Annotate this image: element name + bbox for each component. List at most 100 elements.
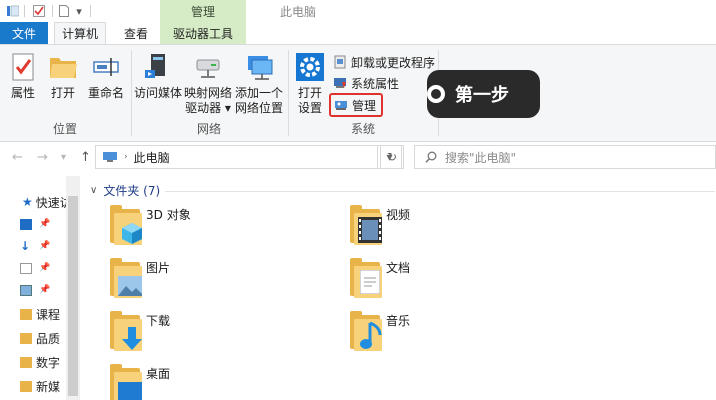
nav-item-documents[interactable]: 📌 — [20, 258, 66, 278]
nav-quick-access[interactable]: ★ 快速访问 — [22, 192, 66, 212]
scrollbar-thumb[interactable] — [68, 196, 78, 396]
tab-view[interactable]: 查看 — [114, 22, 158, 44]
open-settings-button[interactable]: 打开 设置 — [292, 52, 328, 116]
folder-icon — [20, 380, 32, 392]
tab-drive-tools[interactable]: 驱动器工具 — [160, 22, 246, 44]
separator — [24, 5, 25, 17]
folder-label: 下载 — [146, 313, 171, 328]
folder-3d-objects[interactable]: 3D 对象 — [108, 205, 191, 245]
folder-icon — [20, 308, 32, 320]
rename-button[interactable]: 重命名 — [84, 52, 128, 101]
folder-label: 桌面 — [146, 366, 171, 381]
separator — [52, 5, 53, 17]
window-title: 此电脑 — [280, 5, 317, 19]
folder-desktop[interactable]: 桌面 — [108, 364, 170, 400]
callout-text: 第一步 — [455, 85, 509, 106]
star-icon: ★ — [22, 195, 33, 209]
folder-label: 文档 — [386, 260, 411, 275]
add-network-location-button[interactable]: 添加一个 网络位置 — [234, 52, 284, 116]
search-placeholder: 搜索"此电脑" — [445, 150, 517, 165]
computer-icon — [102, 151, 118, 163]
nav-item-folder-2[interactable]: 品质 — [20, 328, 66, 348]
documents-folder-icon — [348, 258, 382, 298]
up-arrow-icon[interactable]: ↑ — [80, 150, 91, 165]
tab-file[interactable]: 文件 — [0, 22, 48, 44]
nav-item-desktop[interactable]: 📌 — [20, 214, 66, 234]
forward-arrow-icon[interactable]: → — [37, 150, 48, 165]
network-location-icon — [244, 52, 274, 82]
folder-music[interactable]: 音乐 — [348, 311, 410, 351]
uninstall-label: 卸载或更改程序 — [351, 55, 436, 70]
uninstall-icon — [333, 55, 347, 69]
search-box[interactable]: 搜索"此电脑" — [414, 145, 716, 169]
document-icon — [20, 262, 32, 274]
separator — [90, 5, 91, 17]
group-label-system: 系统 — [350, 122, 375, 136]
pin-icon: 📌 — [39, 219, 51, 229]
folder-downloads[interactable]: 下载 — [108, 311, 170, 351]
access-media-button[interactable]: 访问媒体 — [134, 52, 182, 101]
downloads-folder-icon — [108, 311, 142, 351]
properties-button[interactable]: 属性 — [6, 52, 40, 101]
search-icon — [425, 151, 437, 163]
nav-item-downloads[interactable]: ↓ 📌 — [20, 236, 66, 256]
pictures-folder-icon — [108, 258, 142, 298]
media-server-icon — [143, 52, 173, 82]
folder-label: 音乐 — [386, 313, 411, 328]
address-path[interactable]: 此电脑 — [134, 149, 170, 166]
breadcrumb-chevron-icon[interactable]: › — [124, 152, 128, 162]
nav-item-folder-4[interactable]: 新媒 — [20, 376, 66, 396]
quick-access-dropdown-icon[interactable]: ▾ — [74, 4, 84, 18]
map-network-drive-button[interactable]: 映射网络 驱动器 ▾ — [184, 52, 232, 116]
address-bar[interactable]: › 此电脑 — [95, 145, 378, 169]
folder-pictures[interactable]: 图片 — [108, 258, 170, 298]
properties-label: 属性 — [10, 86, 35, 100]
gear-icon — [295, 52, 325, 82]
uninstall-programs-button[interactable]: 卸载或更改程序 — [333, 52, 435, 72]
step-callout: 第一步 — [427, 70, 540, 118]
folder-icon — [20, 332, 32, 344]
open-settings-label-2: 设置 — [297, 101, 322, 115]
folders-section-header[interactable]: ∨ 文件夹 (7) — [90, 182, 160, 199]
download-icon: ↓ — [20, 239, 31, 253]
open-settings-label-1: 打开 — [297, 86, 322, 100]
system-properties-icon — [333, 76, 347, 90]
system-properties-button[interactable]: 系统属性 — [333, 73, 399, 93]
manage-button[interactable]: 管理 — [329, 93, 383, 117]
group-label-location: 位置 — [52, 122, 77, 136]
rename-label: 重命名 — [87, 86, 124, 100]
map-drive-label-2: 驱动器 ▾ — [185, 101, 231, 115]
refresh-icon[interactable]: ↻ — [380, 145, 404, 169]
folder-label: 视频 — [386, 207, 411, 222]
videos-folder-icon — [348, 205, 382, 245]
chevron-down-icon: ∨ — [90, 185, 98, 196]
properties-icon — [8, 52, 38, 82]
computer-management-icon — [334, 98, 348, 112]
add-location-label-1: 添加一个 — [234, 86, 283, 100]
context-tab-manage[interactable]: 管理 — [160, 3, 246, 20]
nav-item-folder-3[interactable]: 数字 — [20, 352, 66, 372]
3d-objects-folder-icon — [108, 205, 142, 245]
open-button[interactable]: 打开 — [46, 52, 80, 101]
add-location-label-2: 网络位置 — [234, 101, 283, 115]
open-label: 打开 — [50, 86, 75, 100]
folder-label: 3D 对象 — [146, 207, 191, 222]
properties-check-icon[interactable] — [32, 4, 46, 18]
network-drive-icon — [193, 52, 223, 82]
pin-icon: 📌 — [39, 285, 51, 295]
new-file-icon[interactable] — [58, 4, 70, 18]
window-icon — [6, 4, 20, 18]
group-separator — [288, 50, 289, 136]
nav-item-pictures[interactable]: 📌 — [20, 280, 66, 300]
tab-computer[interactable]: 计算机 — [54, 22, 106, 44]
system-properties-label: 系统属性 — [351, 76, 400, 91]
recent-dropdown-icon[interactable]: ▾ — [61, 152, 66, 163]
back-arrow-icon[interactable]: ← — [12, 150, 23, 165]
folder-documents[interactable]: 文档 — [348, 258, 410, 298]
map-drive-label-1: 映射网络 — [184, 86, 233, 100]
folder-videos[interactable]: 视频 — [348, 205, 410, 245]
folder-icon — [20, 356, 32, 368]
nav-item-folder-1[interactable]: 课程 — [20, 304, 66, 324]
music-folder-icon — [348, 311, 382, 351]
section-title: 文件夹 (7) — [103, 184, 161, 198]
